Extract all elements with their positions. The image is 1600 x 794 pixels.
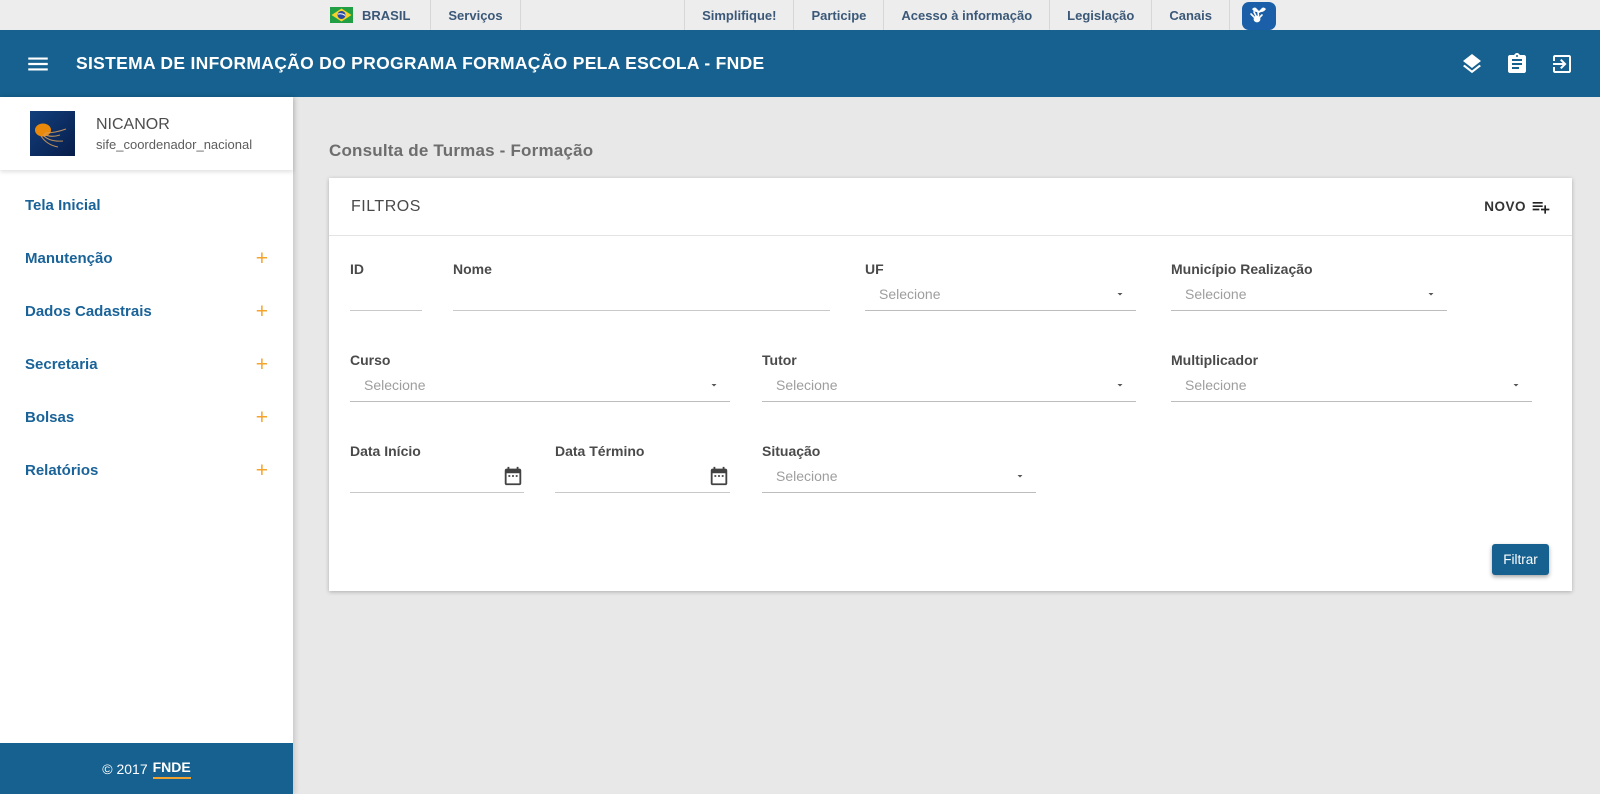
govbar-left-group: BRASIL Serviços — [313, 0, 521, 30]
calendar-icon[interactable] — [708, 465, 730, 487]
data-termino-input[interactable] — [555, 459, 708, 492]
field-nome: Nome — [453, 261, 830, 311]
expand-plus-icon: + — [255, 459, 268, 482]
curso-select[interactable]: Selecione — [350, 368, 730, 402]
field-situacao: Situação Selecione — [762, 443, 1036, 493]
government-bar: BRASIL Serviços Simplifique! Participe A… — [0, 0, 1600, 30]
chevron-down-icon — [1017, 474, 1023, 477]
field-label: Data Término — [555, 443, 645, 459]
govbar-right-group: Simplifique! Participe Acesso à informaç… — [684, 0, 1590, 30]
data-inicio-input[interactable] — [350, 459, 502, 492]
sidebar-item-secretaria[interactable]: Secretaria + — [0, 338, 293, 391]
chevron-down-icon — [1428, 292, 1434, 295]
form-row-1: ID Nome UF Selecione Município Realizaçã… — [350, 261, 1550, 311]
sidebar-item-dados-cadastrais[interactable]: Dados Cadastrais + — [0, 285, 293, 338]
copyright-text: © 2017 — [102, 760, 148, 777]
nome-input[interactable] — [453, 277, 830, 310]
sidebar-footer: © 2017 FNDE — [0, 743, 293, 794]
brasil-brand-link[interactable]: BRASIL — [313, 0, 430, 30]
user-panel[interactable]: NICANOR sife_coordenador_nacional — [0, 97, 293, 170]
user-name: NICANOR — [96, 115, 170, 133]
field-data-inicio: Data Início — [350, 443, 524, 493]
playlist-add-icon — [1532, 201, 1550, 214]
app-header-actions — [1460, 52, 1574, 76]
chevron-down-icon — [1117, 383, 1123, 386]
field-id: ID — [350, 261, 422, 311]
field-curso: Curso Selecione — [350, 352, 730, 402]
field-label: Município Realização — [1171, 261, 1313, 277]
filtrar-button[interactable]: Filtrar — [1492, 544, 1549, 575]
sidebar-item-relatorios[interactable]: Relatórios + — [0, 444, 293, 497]
govbar-link-legislacao[interactable]: Legislação — [1049, 0, 1151, 30]
sidebar-menu: Tela Inicial Manutenção + Dados Cadastra… — [0, 170, 293, 743]
sidebar: NICANOR sife_coordenador_nacional Tela I… — [0, 97, 293, 794]
field-data-termino: Data Término — [555, 443, 730, 493]
layers-icon[interactable] — [1460, 52, 1484, 76]
user-info: NICANOR sife_coordenador_nacional — [96, 116, 252, 152]
filters-title: FILTROS — [351, 197, 421, 215]
form-row-2: Curso Selecione Tutor Selecione Multipli… — [350, 352, 1550, 402]
field-tutor: Tutor Selecione — [762, 352, 1136, 402]
field-label: Nome — [453, 261, 492, 277]
field-multiplicador: Multiplicador Selecione — [1171, 352, 1532, 402]
brasil-brand-label: BRASIL — [362, 7, 411, 23]
expand-plus-icon: + — [255, 353, 268, 376]
calendar-icon[interactable] — [502, 465, 524, 487]
field-label: ID — [350, 261, 364, 277]
govbar-link-canais[interactable]: Canais — [1151, 0, 1230, 30]
sidebar-item-tela-inicial[interactable]: Tela Inicial — [0, 179, 293, 232]
menu-hamburger-icon[interactable] — [25, 51, 51, 77]
sidebar-item-bolsas[interactable]: Bolsas + — [0, 391, 293, 444]
expand-plus-icon: + — [255, 406, 268, 429]
field-label: Curso — [350, 352, 391, 368]
brazil-flag-icon — [330, 7, 353, 23]
field-label: UF — [865, 261, 884, 277]
app-header: SISTEMA DE INFORMAÇÃO DO PROGRAMA FORMAÇ… — [0, 30, 1600, 97]
municipio-select[interactable]: Selecione — [1171, 277, 1447, 311]
field-municipio-realizacao: Município Realização Selecione — [1171, 261, 1447, 311]
page-shell: NICANOR sife_coordenador_nacional Tela I… — [0, 97, 1600, 794]
user-role: sife_coordenador_nacional — [96, 136, 253, 152]
chevron-down-icon — [711, 383, 717, 386]
user-avatar — [30, 111, 75, 156]
logout-icon[interactable] — [1550, 52, 1574, 76]
id-input[interactable] — [350, 277, 422, 310]
form-actions: Filtrar — [350, 534, 1550, 583]
filters-card: FILTROS NOVO ID Nome UF Selecione Municí… — [329, 178, 1572, 591]
app-title: SISTEMA DE INFORMAÇÃO DO PROGRAMA FORMAÇ… — [76, 53, 765, 73]
filters-card-header: FILTROS NOVO — [329, 178, 1572, 236]
main-content: Consulta de Turmas - Formação FILTROS NO… — [293, 97, 1600, 794]
novo-button[interactable]: NOVO — [1484, 197, 1551, 217]
field-uf: UF Selecione — [865, 261, 1136, 311]
expand-plus-icon: + — [255, 247, 268, 270]
page-title: Consulta de Turmas - Formação — [329, 141, 594, 160]
field-label: Multiplicador — [1171, 352, 1259, 368]
uf-select[interactable]: Selecione — [865, 277, 1136, 311]
govbar-link-participe[interactable]: Participe — [793, 0, 883, 30]
field-label: Data Início — [350, 443, 421, 459]
chevron-down-icon — [1117, 292, 1123, 295]
vlibras-accessibility-button[interactable] — [1242, 1, 1276, 30]
filters-form: ID Nome UF Selecione Município Realizaçã… — [329, 236, 1572, 591]
govbar-link-simplifique[interactable]: Simplifique! — [684, 0, 793, 30]
situacao-select[interactable]: Selecione — [762, 459, 1036, 493]
expand-plus-icon: + — [255, 300, 268, 323]
assignment-icon[interactable] — [1505, 52, 1529, 76]
vlibras-hands-icon — [1250, 7, 1266, 22]
fnde-link[interactable]: FNDE — [152, 759, 191, 779]
chevron-down-icon — [1513, 383, 1519, 386]
sidebar-item-manutencao[interactable]: Manutenção + — [0, 232, 293, 285]
field-label: Tutor — [762, 352, 797, 368]
multiplicador-select[interactable]: Selecione — [1171, 368, 1532, 402]
field-label: Situação — [762, 443, 821, 459]
tutor-select[interactable]: Selecione — [762, 368, 1136, 402]
govbar-link-acesso-informacao[interactable]: Acesso à informação — [883, 0, 1049, 30]
govbar-link-servicos[interactable]: Serviços — [430, 0, 521, 30]
form-row-3: Data Início Data Término Situação Seleci… — [350, 443, 1550, 493]
